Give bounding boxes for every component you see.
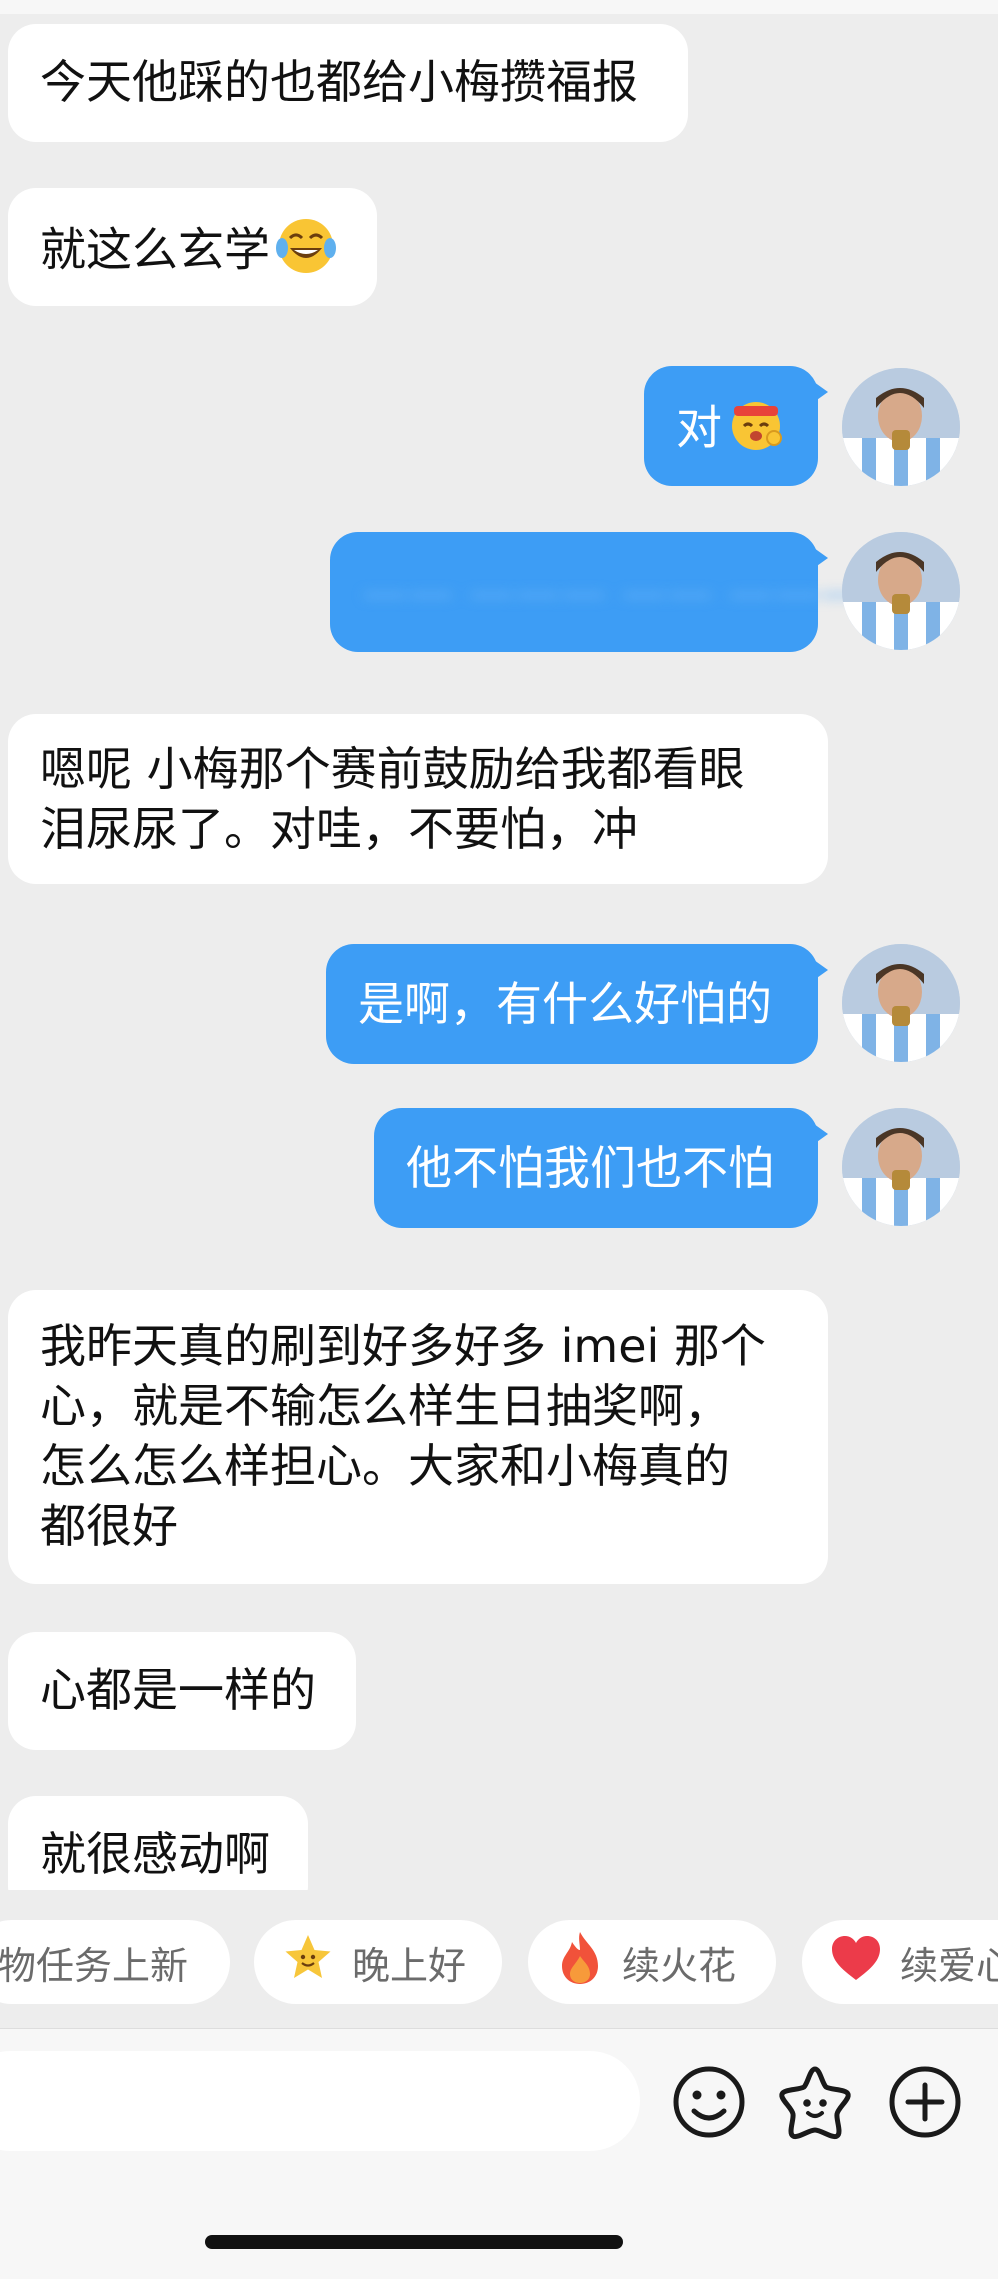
message-bubble-outgoing[interactable]: 是啊，有什么好怕的 bbox=[326, 944, 828, 1064]
message-text: 都很好 bbox=[40, 1499, 178, 1553]
message-text: 对 bbox=[676, 400, 722, 455]
message-text: 心都是一样的 bbox=[40, 1663, 316, 1717]
message-text: 怎么怎么样担心。大家和小梅真的 bbox=[40, 1439, 730, 1493]
blurred-message-text: —— ——— —— ——— bbox=[362, 565, 866, 619]
chip-label: 续爱心 bbox=[900, 1943, 998, 1988]
message-text: 他不怕我们也不怕 bbox=[406, 1141, 774, 1195]
message-input[interactable] bbox=[0, 2051, 640, 2151]
star-smile-icon bbox=[282, 1932, 334, 1993]
chip-label: 续火花 bbox=[622, 1943, 737, 1988]
message-bubble-outgoing[interactable]: 他不怕我们也不怕 bbox=[374, 1108, 828, 1228]
chip-label: 晚上好 bbox=[352, 1943, 467, 1988]
emoji-smile-icon[interactable] bbox=[664, 2057, 754, 2147]
message-text: 就这么玄学 bbox=[40, 222, 270, 277]
avatar[interactable] bbox=[842, 1108, 960, 1226]
chat-area[interactable]: 今天他踩的也都给小梅攒福报 就这么玄学 对 —— ——— —— ——— 嗯呢 小… bbox=[0, 0, 998, 1890]
chip-label: 物任务上新 bbox=[0, 1943, 189, 1988]
message-bubble-incoming[interactable]: 嗯呢 小梅那个赛前鼓励给我都看眼 泪尿尿了。对哇，不要怕，冲 bbox=[8, 714, 828, 884]
home-indicator bbox=[205, 2235, 623, 2249]
laughing-tears-emoji bbox=[276, 216, 336, 290]
quick-reply-chip-heart[interactable]: 续爱心 bbox=[802, 1920, 998, 2004]
avatar-image bbox=[842, 532, 960, 650]
avatar-image bbox=[842, 944, 960, 1062]
message-text: 泪尿尿了。对哇，不要怕，冲 bbox=[40, 802, 638, 856]
quick-reply-chip[interactable]: 物任务上新 bbox=[0, 1920, 230, 2004]
heart-icon bbox=[830, 1934, 882, 1991]
message-text: 嗯呢 小梅那个赛前鼓励给我都看眼 bbox=[40, 742, 745, 796]
quick-reply-chip-flame[interactable]: 续火花 bbox=[528, 1920, 776, 2004]
message-bubble-incoming[interactable]: 就这么玄学 bbox=[8, 188, 377, 306]
message-text: 心，就是不输怎么样生日抽奖啊， bbox=[40, 1379, 730, 1433]
avatar-image bbox=[842, 368, 960, 486]
message-bubble-incoming[interactable]: 我昨天真的刷到好多好多 imei 那个 心，就是不输怎么样生日抽奖啊， 怎么怎么… bbox=[8, 1290, 828, 1584]
message-bubble-incoming[interactable]: 今天他踩的也都给小梅攒福报 bbox=[8, 24, 688, 142]
plus-circle-icon[interactable] bbox=[880, 2057, 970, 2147]
message-text: 就很感动啊 bbox=[40, 1827, 270, 1881]
input-bar bbox=[0, 2028, 998, 2279]
avatar-image bbox=[842, 1108, 960, 1226]
message-bubble-incoming[interactable]: 就很感动啊 bbox=[8, 1796, 308, 1890]
message-text: 今天他踩的也都给小梅攒福报 bbox=[40, 55, 638, 109]
quick-reply-chip-evening[interactable]: 晚上好 bbox=[254, 1920, 502, 2004]
message-text: 我昨天真的刷到好多好多 imei 那个 bbox=[40, 1319, 766, 1373]
message-bubble-incoming[interactable]: 心都是一样的 bbox=[8, 1632, 356, 1750]
avatar[interactable] bbox=[842, 368, 960, 486]
message-bubble-outgoing[interactable]: —— ——— —— ——— bbox=[330, 532, 866, 652]
top-strip bbox=[0, 0, 998, 14]
quick-reply-bar[interactable]: 物任务上新 晚上好 续火花 续爱心 bbox=[0, 1900, 998, 2020]
cheering-emoji bbox=[728, 396, 784, 466]
message-text: 是啊，有什么好怕的 bbox=[358, 977, 772, 1031]
message-bubble-outgoing[interactable]: 对 bbox=[644, 366, 828, 486]
avatar[interactable] bbox=[842, 944, 960, 1062]
sticker-star-icon[interactable] bbox=[770, 2057, 860, 2147]
avatar[interactable] bbox=[842, 532, 960, 650]
flame-icon bbox=[556, 1930, 604, 1995]
